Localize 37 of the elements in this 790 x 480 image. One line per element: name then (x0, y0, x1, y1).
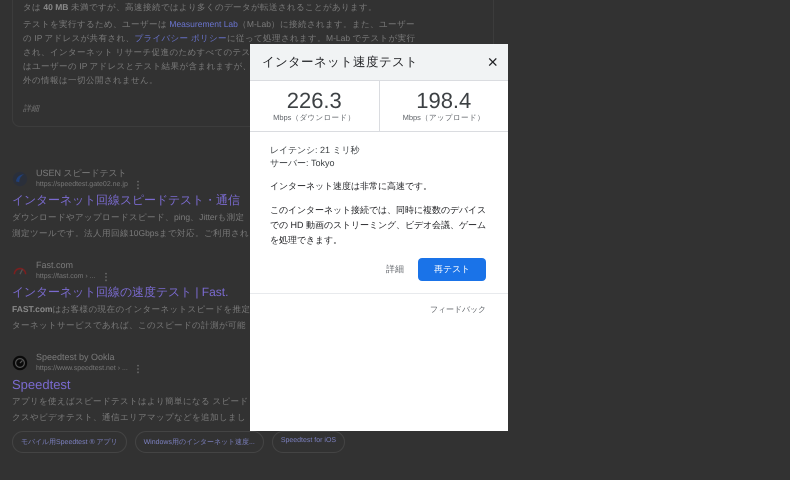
details-button[interactable]: 詳細 (386, 263, 404, 276)
result-snippet: 測定ツールです。法人用回線10Gbpsまで対応。ご利用され (12, 227, 249, 240)
more-options-icon[interactable] (136, 364, 140, 374)
server-text: サーバー: Tokyo (270, 157, 335, 170)
speed-description: このインターネット接続では、同時に複数のデバイスでの HD 動画のストリーミング、ビデオ会議、ゲームを処理できます。 (270, 204, 486, 247)
more-options-icon[interactable] (104, 272, 108, 282)
text-link[interactable]: Measurement Lab (169, 19, 238, 29)
feedback-link[interactable]: フィードバック (430, 304, 486, 315)
text-link[interactable]: プライバシー ポリシー (134, 33, 227, 43)
retest-button[interactable]: 再テスト (418, 258, 486, 281)
close-button[interactable]: × (487, 53, 498, 71)
speed-summary: インターネット速度は非常に高速です。 (270, 180, 432, 193)
info-text: テストを実行するため、ユーザーは Measurement Lab（M-Lab）に接続されます。また、ユーザー (23, 18, 415, 31)
info-text: され、インターネット リサーチ促進のためすべてのテス (23, 46, 250, 59)
info-text: 外の情報は一切公開されません。 (23, 74, 158, 87)
site-name: USEN スピードテスト (36, 167, 128, 179)
site-name: Fast.com (36, 259, 74, 271)
info-text: の IP アドレスが共有され、プライバシー ポリシーに従って処理されます。M-Lab でテストが実行 (23, 32, 416, 45)
more-options-icon[interactable] (136, 180, 140, 190)
result-snippet: FAST.comはお客様の現在のインターネットスピードを推定 (12, 303, 251, 316)
result-title-link[interactable]: インターネット回線の速度テスト | Fast. (12, 284, 228, 301)
result-title-link[interactable]: Speedtest (12, 376, 71, 393)
details-link[interactable]: 詳細 (23, 103, 39, 114)
result-snippet: アプリを使えばスピードテストはより簡単になる スピード (12, 395, 248, 408)
latency-text: レイテンシ: 21 ミリ秒 (270, 144, 360, 157)
gauge-icon (12, 354, 28, 370)
swoosh-logo-icon (12, 170, 28, 186)
result-snippet: クスやビデオテスト、通信エリアマップなどを追加しまし (12, 411, 246, 424)
result-snippet: ターネットサービスであれば、このスピードの計測が可能 (12, 319, 246, 332)
result-snippet: ダウンロードやアップロードスピード、ping、Jitterも測定 (12, 211, 244, 224)
result-title-link[interactable]: インターネット回線スピードテスト・通信 (12, 192, 240, 209)
dialog-title: インターネット速度テスト (262, 54, 418, 70)
site-name: Speedtest by Ookla (36, 351, 116, 363)
speed-value: 226.3 (286, 89, 342, 113)
info-text: タは 40 MB 未満ですが、高速接続ではより多くのデータが転送されることがあります。 (23, 1, 377, 14)
speed-value: 198.4 (416, 89, 472, 113)
info-text: はユーザーの IP アドレスとテスト結果が含まれますが、 (23, 60, 252, 73)
